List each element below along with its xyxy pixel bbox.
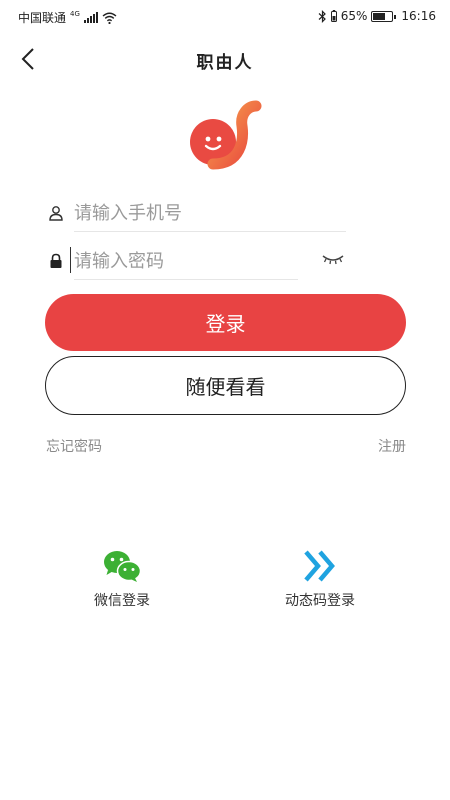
status-right: 65% 16:16 (318, 9, 436, 23)
app-logo (190, 100, 262, 170)
status-left: 中国联通 4G (18, 9, 117, 26)
password-field-row (46, 244, 346, 280)
clock: 16:16 (401, 9, 436, 23)
carrier-name: 中国联通 (18, 11, 67, 25)
text-caret (70, 247, 71, 273)
bluetooth-icon (318, 9, 326, 23)
lock-icon (50, 253, 62, 268)
battery-icon (371, 10, 397, 22)
battery-fill (373, 12, 386, 20)
login-screen: 中国联通 4G 65% 16:16 职由人 请输入手机号 登录 随便看看 忘记密… (0, 0, 450, 800)
battery-percent: 65% (340, 9, 368, 23)
browse-button[interactable]: 随便看看 (45, 356, 406, 415)
eye-closed-icon[interactable] (320, 250, 346, 268)
signal-icon (83, 12, 98, 23)
wifi-icon (102, 12, 117, 24)
double-chevron-right-icon (304, 550, 335, 582)
network-type: 4G (70, 9, 80, 18)
register-link[interactable]: 注册 (378, 436, 406, 456)
sms-code-login-button[interactable]: 动态码登录 (270, 546, 370, 610)
password-input[interactable] (74, 244, 298, 278)
wechat-login-button[interactable]: 微信登录 (72, 546, 172, 610)
battery-saver-icon (330, 10, 337, 22)
wechat-login-label: 微信登录 (94, 593, 150, 609)
phone-input[interactable] (74, 196, 346, 230)
phone-field-row (46, 196, 346, 232)
status-bar: 中国联通 4G 65% 16:16 (0, 0, 450, 32)
sms-login-label: 动态码登录 (285, 593, 355, 609)
password-underline (74, 279, 298, 280)
page-title: 职由人 (196, 53, 254, 73)
header: 职由人 (0, 40, 450, 78)
phone-underline (74, 231, 346, 232)
wechat-icon (104, 551, 142, 582)
login-button[interactable]: 登录 (45, 294, 406, 351)
user-icon (49, 206, 63, 221)
forgot-password-link[interactable]: 忘记密码 (46, 436, 102, 456)
